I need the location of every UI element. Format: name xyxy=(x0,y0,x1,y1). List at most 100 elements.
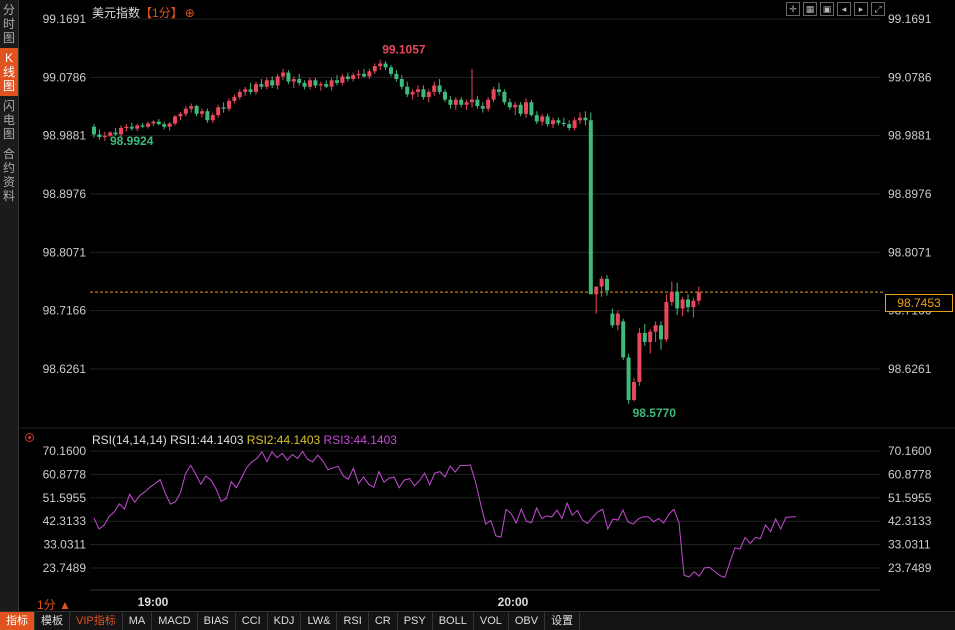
candle-body xyxy=(491,89,496,100)
candle-body xyxy=(324,84,329,87)
tab-lw[interactable]: LW& xyxy=(301,612,338,630)
candle-body xyxy=(129,126,134,129)
rsi2-value: RSI2:44.1403 xyxy=(246,433,321,447)
rsi-tick-right: 23.7489 xyxy=(888,561,932,575)
candle-body xyxy=(372,66,377,72)
candle-body xyxy=(156,121,161,125)
tab-rsi[interactable]: RSI xyxy=(337,612,369,630)
candle-body xyxy=(659,325,663,340)
tab-bias[interactable]: BIAS xyxy=(198,612,236,630)
candle-body xyxy=(545,116,550,125)
tab-ma[interactable]: MA xyxy=(123,612,153,630)
candle-body xyxy=(691,300,696,308)
candle-body xyxy=(162,124,167,127)
rsi-settings-icon[interactable] xyxy=(25,433,34,442)
price-tick-left: 98.7166 xyxy=(43,304,87,318)
tab-macd[interactable]: MACD xyxy=(152,612,198,630)
tab-template[interactable]: 模板 xyxy=(35,612,70,630)
candle-body xyxy=(513,104,518,108)
tab-cci[interactable]: CCI xyxy=(236,612,268,630)
tab-boll[interactable]: BOLL xyxy=(433,612,474,630)
candle-body xyxy=(410,91,415,95)
candle-body xyxy=(140,125,145,127)
candle-body xyxy=(151,121,156,124)
candle-body xyxy=(464,102,469,105)
period-label[interactable]: 【1分】 xyxy=(140,6,183,20)
rsi-params: RSI(14,14,14) xyxy=(92,433,167,447)
candle-body xyxy=(345,76,350,80)
candle-body xyxy=(405,86,410,95)
candle-body xyxy=(637,332,642,382)
candle-body xyxy=(551,120,555,125)
tab-obv[interactable]: OBV xyxy=(509,612,546,630)
candle-body xyxy=(556,120,561,123)
candle-body xyxy=(399,79,404,87)
candle-body xyxy=(313,80,318,86)
rsi-tick-left: 70.1600 xyxy=(43,444,87,458)
price-tick-left: 99.0786 xyxy=(43,70,87,84)
candle-body xyxy=(686,299,690,308)
tab-vip-indicators[interactable]: VIP指标 xyxy=(70,612,123,630)
rsi-tick-left: 60.8778 xyxy=(43,467,87,481)
candle-body xyxy=(243,89,248,92)
candle-body xyxy=(340,76,345,83)
candle-body xyxy=(97,134,102,138)
candle-body xyxy=(448,99,453,105)
candle-body xyxy=(178,113,183,117)
chart-svg[interactable]: 99.1691 99.0786 98.9881 98.8976 98.8071 98.71… xyxy=(0,0,955,611)
candle-body xyxy=(146,123,150,127)
candle-body xyxy=(534,115,539,122)
prev-icon[interactable]: ◂ xyxy=(837,2,851,16)
price-tick-right: 99.1691 xyxy=(888,12,932,26)
tab-indicators[interactable]: 指标 xyxy=(0,612,35,630)
candle-body xyxy=(561,122,566,125)
next-icon[interactable]: ▸ xyxy=(854,2,868,16)
candle-body xyxy=(383,63,388,68)
candle-body xyxy=(227,100,231,109)
candle-body xyxy=(675,291,680,309)
candle-body xyxy=(599,278,604,287)
candle-body xyxy=(664,302,669,340)
candle-body xyxy=(610,313,615,326)
settings-icon[interactable]: ⊕ xyxy=(185,6,195,20)
tab-vol[interactable]: VOL xyxy=(474,612,509,630)
rsi-tick-left: 42.3133 xyxy=(43,514,87,528)
candle-body xyxy=(362,73,366,77)
candle-body xyxy=(437,85,442,92)
candle-body xyxy=(259,84,264,87)
x-tick-label: 20:00 xyxy=(498,595,529,609)
candle-body xyxy=(486,99,491,109)
candle-body xyxy=(291,79,296,82)
candle-body xyxy=(518,104,523,114)
cross-icon[interactable]: ✛ xyxy=(786,2,800,16)
candle-body xyxy=(92,126,96,135)
rsi-tick-left: 23.7489 xyxy=(43,561,87,575)
expand-icon[interactable]: ⤢ xyxy=(871,2,885,16)
candle-body xyxy=(426,91,431,98)
candle-body xyxy=(194,106,199,114)
zoom-icon[interactable]: ▦ xyxy=(803,2,817,16)
candle-body xyxy=(329,80,334,87)
candle-body xyxy=(389,67,393,74)
candle-body xyxy=(216,107,221,116)
candle-body xyxy=(210,115,215,121)
candle-body xyxy=(135,125,140,129)
candle-body xyxy=(594,286,599,295)
candle-body xyxy=(416,89,420,92)
fullscreen-icon[interactable]: ▣ xyxy=(820,2,834,16)
tab-psy[interactable]: PSY xyxy=(398,612,433,630)
candle-body xyxy=(308,80,312,87)
candle-body xyxy=(264,80,269,87)
candle-body xyxy=(248,89,253,92)
candle-body xyxy=(275,76,280,86)
candle-body xyxy=(497,89,501,92)
tab-cr[interactable]: CR xyxy=(369,612,398,630)
tab-kdj[interactable]: KDJ xyxy=(268,612,302,630)
candle-body xyxy=(642,332,647,342)
price-tick-left: 98.8071 xyxy=(43,245,87,259)
candle-body xyxy=(394,73,399,80)
candle-body xyxy=(200,111,204,114)
price-tick-right: 99.0786 xyxy=(888,70,932,84)
tab-settings[interactable]: 设置 xyxy=(545,612,581,630)
instrument-name: 美元指数 xyxy=(92,6,141,20)
